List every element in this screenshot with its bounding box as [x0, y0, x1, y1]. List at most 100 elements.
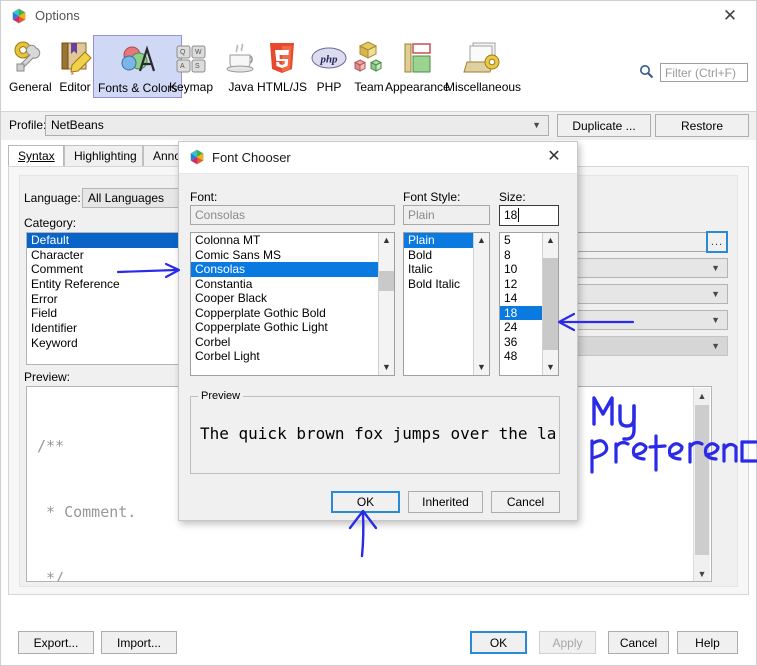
close-icon[interactable]: ✕	[714, 5, 746, 27]
category-html-js[interactable]: HTML/JS	[253, 35, 311, 96]
code-line: * Comment.	[37, 503, 137, 521]
restore-button[interactable]: Restore	[655, 114, 749, 137]
search-icon[interactable]	[639, 64, 654, 82]
font-style-input[interactable]: Plain	[403, 205, 490, 225]
svg-text:W: W	[195, 49, 202, 56]
preview-clip: The quick brown fox jumps over the la	[192, 398, 558, 472]
svg-text:A: A	[180, 63, 185, 70]
miscellaneous-papers-gear-icon	[445, 37, 521, 79]
appearance-layout-icon	[385, 37, 450, 79]
tab-syntax[interactable]: Syntax	[8, 145, 64, 167]
category-label: Miscellaneous	[445, 80, 522, 94]
size-list-scrollbar[interactable]: ▲ ▼	[542, 233, 558, 375]
help-button[interactable]: Help	[677, 631, 738, 654]
font-list[interactable]: Colonna MT Comic Sans MS Consolas Consta…	[190, 232, 395, 376]
font-list-item[interactable]: Corbel	[191, 335, 394, 350]
dialog-cancel-button[interactable]: Cancel	[491, 491, 560, 513]
preview-label: Preview:	[24, 370, 71, 384]
font-style-label: Font Style:	[403, 190, 461, 204]
category-miscellaneous[interactable]: Miscellaneous	[441, 35, 525, 96]
profile-label: Profile:	[9, 118, 47, 132]
filter-search: Filter (Ctrl+F)	[639, 63, 748, 82]
font-list-item[interactable]: Comic Sans MS	[191, 248, 394, 263]
scroll-down-icon[interactable]: ▼	[543, 360, 558, 375]
dialog-title: Font Chooser	[212, 150, 291, 165]
font-name-input[interactable]: Consolas	[190, 205, 395, 225]
font-size-list[interactable]: 5 8 10 12 14 18 24 36 48 ▲ ▼	[499, 232, 559, 376]
import-button[interactable]: Import...	[101, 631, 177, 654]
scrollbar-thumb[interactable]	[695, 405, 709, 555]
cancel-button[interactable]: Cancel	[608, 631, 669, 654]
category-keymap[interactable]: Q W A S Keymap	[165, 35, 217, 96]
size-label: Size:	[499, 190, 526, 204]
category-general[interactable]: General	[5, 35, 56, 96]
editor-book-pencil-icon	[55, 37, 95, 79]
tab-highlighting[interactable]: Highlighting	[64, 145, 143, 167]
font-list-item[interactable]: Cooper Black	[191, 291, 394, 306]
chevron-down-icon: ▼	[711, 315, 720, 325]
chevron-down-icon: ▼	[711, 341, 720, 351]
category-label: Editor	[59, 80, 91, 94]
category-label: HTML/JS	[257, 80, 308, 94]
font-style-list[interactable]: Plain Bold Italic Bold Italic ▲ ▼	[403, 232, 490, 376]
scroll-down-icon[interactable]: ▼	[694, 566, 710, 581]
general-gear-wrench-icon	[9, 37, 52, 79]
scroll-up-icon[interactable]: ▲	[694, 388, 710, 404]
profile-value: NetBeans	[51, 118, 104, 132]
scrollbar-thumb[interactable]	[379, 271, 394, 291]
category-label-text: Category:	[24, 216, 77, 230]
scrollbar-thumb[interactable]	[543, 258, 558, 350]
font-list-item[interactable]: Colonna MT	[191, 233, 394, 248]
netbeans-logo-icon	[189, 149, 205, 165]
window-titlebar: Options ✕	[1, 1, 756, 31]
font-list-item[interactable]: Constantia	[191, 277, 394, 292]
font-list-item-selected[interactable]: Consolas	[191, 262, 394, 277]
scroll-down-icon[interactable]: ▼	[379, 360, 394, 375]
dialog-titlebar: Font Chooser ✕	[179, 142, 577, 174]
language-value: All Languages	[88, 191, 165, 205]
font-list-scrollbar[interactable]: ▲ ▼	[378, 233, 394, 375]
window-title: Options	[35, 8, 80, 23]
options-window: Options ✕ General Editor Fonts & Colors …	[0, 0, 757, 666]
dialog-inherited-button[interactable]: Inherited	[408, 491, 483, 513]
export-button[interactable]: Export...	[18, 631, 94, 654]
svg-text:S: S	[195, 63, 200, 70]
font-list-item[interactable]: Copperplate Gothic Bold	[191, 306, 394, 321]
tab-label: Syntax	[18, 149, 55, 163]
apply-button: Apply	[539, 631, 596, 654]
font-list-item[interactable]: Copperplate Gothic Light	[191, 320, 394, 335]
scroll-up-icon[interactable]: ▲	[379, 233, 394, 248]
duplicate-button[interactable]: Duplicate ...	[557, 114, 651, 137]
code-line: */	[37, 569, 65, 582]
font-chooser-dialog: Font Chooser ✕ Font: Font Style: Size: C…	[178, 141, 578, 521]
chevron-down-icon: ▼	[532, 120, 541, 130]
chevron-down-icon: ▼	[711, 263, 720, 273]
profile-row: Profile: NetBeans ▼ Duplicate ... Restor…	[1, 112, 756, 140]
font-size-input[interactable]: 18	[499, 205, 559, 226]
font-size-value: 18	[504, 208, 518, 222]
font-chooser-button[interactable]: ...	[706, 231, 728, 253]
dialog-close-icon[interactable]: ✕	[539, 146, 569, 168]
php-icon: php	[309, 37, 349, 79]
netbeans-logo-icon	[11, 8, 27, 24]
dialog-ok-button[interactable]: OK	[331, 491, 400, 513]
code-line: /**	[37, 437, 65, 455]
profile-combobox[interactable]: NetBeans ▼	[45, 115, 549, 136]
svg-text:php: php	[319, 54, 338, 66]
style-list-scrollbar[interactable]: ▲ ▼	[473, 233, 489, 375]
preview-scrollbar[interactable]: ▲ ▼	[693, 388, 710, 581]
html5-icon	[257, 37, 307, 79]
scroll-up-icon[interactable]: ▲	[474, 233, 489, 248]
font-label: Font:	[190, 190, 218, 204]
scroll-up-icon[interactable]: ▲	[543, 233, 558, 248]
scroll-down-icon[interactable]: ▼	[474, 360, 489, 375]
preview-sample-text: The quick brown fox jumps over the la	[200, 424, 557, 443]
language-label: Language:	[24, 191, 81, 205]
search-input[interactable]: Filter (Ctrl+F)	[660, 63, 748, 82]
tab-label: Highlighting	[74, 149, 137, 163]
font-list-item[interactable]: Corbel Light	[191, 349, 394, 364]
ok-button[interactable]: OK	[470, 631, 527, 654]
category-toolbar: General Editor Fonts & Colors Q W A S Ke…	[1, 31, 756, 112]
category-label: General	[9, 80, 52, 94]
category-editor[interactable]: Editor	[51, 35, 99, 96]
